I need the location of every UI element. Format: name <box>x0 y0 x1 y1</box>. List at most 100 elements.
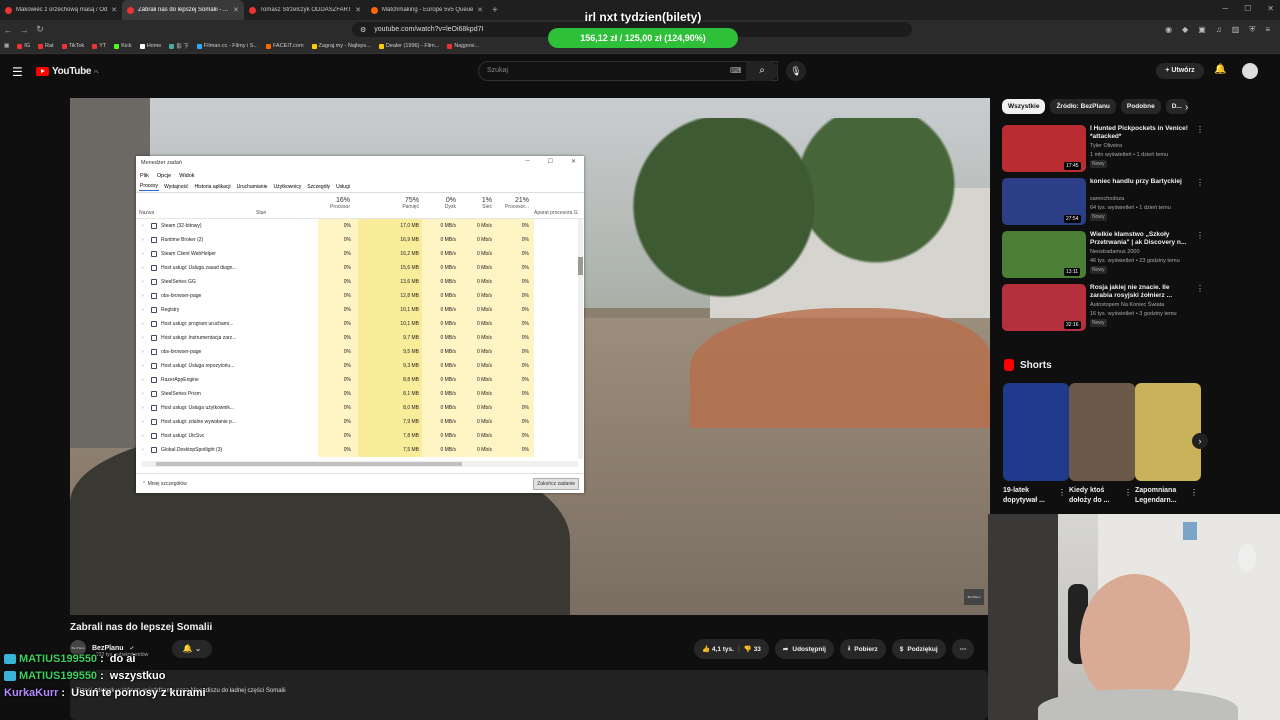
short-title[interactable]: 19-latek dopytywał ... <box>1003 486 1058 506</box>
maximize-icon[interactable]: ☐ <box>548 158 553 165</box>
minimize-icon[interactable]: ─ <box>525 158 529 165</box>
expand-chevron-icon[interactable]: › <box>142 419 144 425</box>
music-icon[interactable]: ♫ <box>1216 25 1222 35</box>
tab-processes[interactable]: Procesy <box>139 182 160 191</box>
menu-file[interactable]: Plik <box>140 173 149 179</box>
chip-source[interactable]: Źródło: BezPlanu <box>1050 99 1116 114</box>
menu-view[interactable]: Widok <box>179 173 194 179</box>
recommended-title[interactable]: Rosja jakiej nie znacie. Ile zarabia ros… <box>1090 284 1190 300</box>
close-tab-icon[interactable]: ✕ <box>355 6 361 14</box>
column-header-gpu[interactable]: 21% Procesor... <box>494 197 529 210</box>
expand-chevron-icon[interactable]: › <box>142 349 144 355</box>
column-header-gpu-engine[interactable]: Aparat procesora G <box>534 210 578 216</box>
bookmark[interactable]: IG <box>17 43 30 49</box>
scrollbar-thumb[interactable] <box>156 462 462 466</box>
column-header-status[interactable]: Stan <box>256 210 266 216</box>
bookmark[interactable]: Najgorsi... <box>447 43 479 49</box>
more-vert-icon[interactable]: ⋮ <box>1190 488 1198 497</box>
tab-performance[interactable]: Wydajność <box>163 183 189 191</box>
tab-app-history[interactable]: Historia aplikacji <box>193 183 231 191</box>
expand-chevron-icon[interactable]: › <box>142 307 144 313</box>
site-info-icon[interactable]: ⚙ <box>360 26 366 34</box>
extension-icon[interactable]: ◆ <box>1182 25 1188 35</box>
recommended-title[interactable]: koniec handlu przy Bartyckiej <box>1090 178 1190 186</box>
short-title[interactable]: Zapomniana Legendarn... <box>1135 486 1190 506</box>
recommended-video[interactable]: 27:54 koniec handlu przy Bartyckiej samoch… <box>1002 178 1204 228</box>
bookmark[interactable]: Dealer (1996) - Film... <box>378 43 439 49</box>
process-row[interactable]: › Host usługi: Usługa repozytoriu... 0% 9,3… <box>136 359 584 373</box>
close-tab-icon[interactable]: ✕ <box>233 6 239 14</box>
chip-all[interactable]: Wszystkie <box>1002 99 1046 114</box>
bookmark[interactable]: YT <box>92 43 106 49</box>
chip-similar[interactable]: Podobne <box>1120 99 1161 114</box>
more-vert-icon[interactable]: ⋮ <box>1196 178 1204 187</box>
share-button[interactable]: ➦ Udostępnij <box>774 639 834 659</box>
process-row[interactable]: › Host usługi: zdalne wywołanie p... 0% 7,9… <box>136 415 584 429</box>
recommended-video[interactable]: 17:45 I Hunted Pickpockets in Venice! *at… <box>1002 125 1204 175</box>
column-header-cpu[interactable]: 16% Procesor <box>316 197 350 210</box>
minimize-icon[interactable]: ─ <box>1222 4 1228 13</box>
voice-search-button[interactable]: 🎙 <box>786 61 806 81</box>
hamburger-menu-icon[interactable]: ☰ <box>12 65 23 79</box>
reload-icon[interactable]: ↻ <box>32 24 48 35</box>
process-row[interactable]: › Runtime Broker (2) 0% 16,9 MB 0 MB/s 0 Mb/s… <box>136 233 584 247</box>
close-window-icon[interactable]: ✕ <box>1267 4 1274 13</box>
column-header-name[interactable]: Nazwa <box>139 210 154 216</box>
apps-grid-icon[interactable]: ▦ <box>4 43 9 49</box>
bookmark[interactable]: Filman.cc - Filmy i S... <box>196 43 258 49</box>
browser-tab-active[interactable]: Zabrali nas do lepszej Somalii - ... ✕ <box>122 0 244 20</box>
forward-icon[interactable]: → <box>16 25 32 35</box>
expand-chevron-icon[interactable]: › <box>142 223 144 229</box>
bookmark[interactable]: Rat <box>38 43 54 49</box>
like-button[interactable]: 👍 4,1 tys. <box>702 645 734 653</box>
extension-icon[interactable]: ◉ <box>1165 25 1172 35</box>
column-header-disk[interactable]: 0% Dysk <box>426 197 456 210</box>
bookmark[interactable]: TikTok <box>61 43 84 49</box>
expand-chevron-icon[interactable]: › <box>142 237 144 243</box>
process-row[interactable]: › Host usługi: UtcSvc 0% 7,8 MB 0 MB/s 0 Mb/s… <box>136 429 584 443</box>
vertical-scrollbar[interactable] <box>578 219 583 459</box>
recommended-channel[interactable]: samochodoza <box>1090 196 1124 202</box>
expand-chevron-icon[interactable]: › <box>142 293 144 299</box>
new-tab-button[interactable]: + <box>492 5 498 16</box>
process-row[interactable]: › RazerAppEngine 0% 8,8 MB 0 MB/s 0 Mb/s 0% <box>136 373 584 387</box>
browser-tab[interactable]: Makowiec z orzechową masą / Odd... ✕ <box>0 0 122 20</box>
maximize-icon[interactable]: ☐ <box>1244 4 1251 13</box>
expand-chevron-icon[interactable]: › <box>142 251 144 257</box>
bookmark[interactable]: FACEIT.com <box>265 43 304 49</box>
more-vert-icon[interactable]: ⋮ <box>1058 488 1066 497</box>
shorts-next-button[interactable]: › <box>1192 433 1208 449</box>
chevron-right-icon[interactable]: › <box>1185 102 1188 113</box>
description-box[interactable]: Trzeci odcinek w którym wyjeżdżamy poza … <box>70 670 988 720</box>
back-icon[interactable]: ← <box>0 25 16 35</box>
sidebar-icon[interactable]: ▥ <box>1232 25 1240 35</box>
short-title[interactable]: Kiedy ktoś dołoży do ... <box>1069 486 1124 506</box>
process-row[interactable]: › Host usługi: Usługa użytkownik... 0% 8,0 … <box>136 401 584 415</box>
end-task-button[interactable]: Zakończ zadanie <box>533 478 579 490</box>
short-thumbnail[interactable] <box>1003 383 1069 481</box>
tab-users[interactable]: Użytkownicy <box>272 183 302 191</box>
channel-watermark[interactable]: BezPlanu <box>964 589 984 605</box>
column-header-network[interactable]: 1% Sieć <box>462 197 492 210</box>
account-avatar[interactable] <box>1242 63 1258 79</box>
tab-startup[interactable]: Uruchamianie <box>236 183 269 191</box>
process-row[interactable]: › obs-browser-page 0% 9,5 MB 0 MB/s 0 Mb/s 0% <box>136 345 584 359</box>
expand-chevron-icon[interactable]: › <box>142 405 144 411</box>
process-row[interactable]: › Steam (32-bitowy) 0% 17,0 MB 0 MB/s 0 Mb/s 0… <box>136 219 584 233</box>
expand-chevron-icon[interactable]: › <box>142 377 144 383</box>
tab-details[interactable]: Szczegóły <box>306 183 331 191</box>
expand-chevron-icon[interactable]: › <box>142 447 144 453</box>
more-vert-icon[interactable]: ⋮ <box>1196 231 1204 240</box>
expand-chevron-icon[interactable]: › <box>142 433 144 439</box>
process-row[interactable]: › SteelSeries Prism 0% 8,1 MB 0 MB/s 0 Mb/s 0% <box>136 387 584 401</box>
more-vert-icon[interactable]: ⋮ <box>1196 125 1204 134</box>
scrollbar-thumb[interactable] <box>578 257 583 275</box>
expand-chevron-icon[interactable]: › <box>142 279 144 285</box>
process-row[interactable]: › Global.DesktopSpotlight (3) 0% 7,5 MB 0 MB… <box>136 443 584 457</box>
download-button[interactable]: ⭳ Pobierz <box>839 639 886 659</box>
column-header-memory[interactable]: 75% Pamięć <box>364 197 419 210</box>
menu-options[interactable]: Opcje <box>157 173 171 179</box>
recommended-title[interactable]: I Hunted Pickpockets in Venice! *attacke… <box>1090 125 1190 141</box>
tab-services[interactable]: Usługi <box>335 183 351 191</box>
recommended-title[interactable]: Wielkie kłamstwo „Szkoły Przetrwania" | … <box>1090 231 1190 247</box>
